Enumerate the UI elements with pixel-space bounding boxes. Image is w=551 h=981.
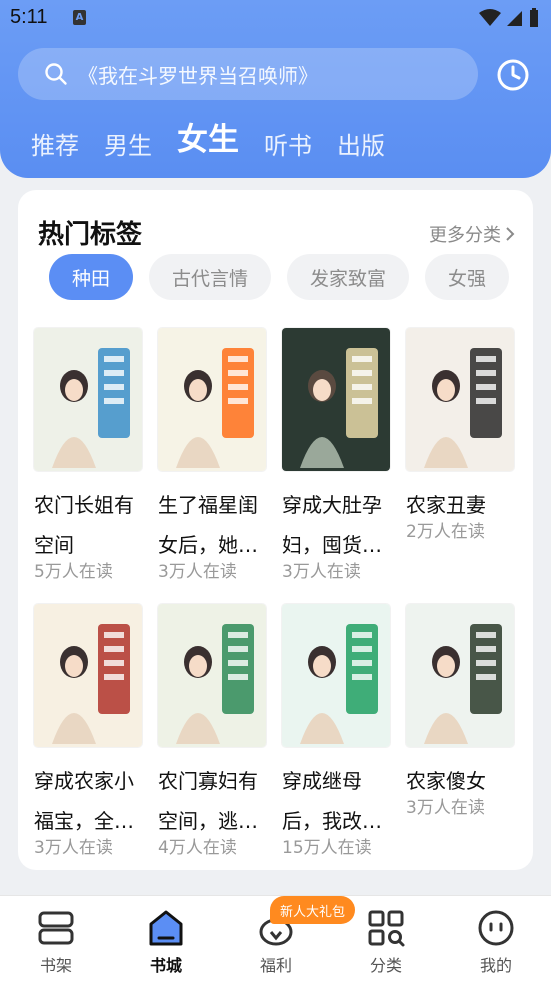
nav-label: 书架 (39, 956, 72, 975)
book-title: 穿成继母后，我改造全家种田忙 (282, 769, 382, 833)
book-title: 穿成大肚孕妇，囤货逃荒 (282, 493, 382, 557)
tab-audiobook[interactable]: 听书 (264, 134, 312, 168)
chip-farming[interactable]: 种田 (49, 254, 134, 300)
book-card[interactable]: 农门寡妇有空间，逃荒路上捡个宝 4万人在读 (158, 604, 270, 858)
book-card[interactable]: 农门长姐有空间 5万人在读 (34, 328, 146, 582)
chip-get-rich[interactable]: 发家致富 (287, 254, 410, 300)
cover-illustration (34, 328, 142, 471)
book-title: 生了福星闺女后，她旺了全村 (158, 493, 258, 557)
book-title: 农门长姐有空间 (34, 493, 134, 557)
search-icon (45, 63, 67, 85)
book-cover (158, 328, 266, 471)
tag-chips: 种田 古代言情 发家致富 女强 (49, 254, 533, 304)
chip-strong-female[interactable]: 女强 (425, 254, 510, 300)
wifi-icon (479, 9, 501, 26)
promo-badge[interactable]: 新人大礼包 (270, 896, 356, 924)
history-clock-icon[interactable] (496, 58, 530, 92)
tab-recommend[interactable]: 推荐 (31, 134, 79, 168)
notification-icon: A (73, 10, 86, 25)
tab-female[interactable]: 女生 (177, 125, 239, 168)
header: 5:11 A 《我在斗罗世界当召唤师》 推荐 男生 女生 听书 出版 (0, 0, 551, 178)
cover-illustration (406, 328, 514, 471)
nav-category[interactable]: 分类 (346, 896, 426, 981)
book-readers: 5万人在读 (34, 562, 113, 582)
chevron-right-icon (506, 227, 515, 241)
more-categories-label: 更多分类 (429, 225, 501, 246)
search-placeholder: 《我在斗罗世界当召唤师》 (78, 63, 318, 88)
category-icon (368, 910, 405, 947)
channel-tabs: 推荐 男生 女生 听书 出版 (31, 118, 410, 168)
section-title: 热门标签 (38, 220, 143, 250)
status-icons (479, 8, 539, 28)
book-title: 穿成农家小福宝，全家宠上天 (34, 769, 134, 833)
book-card[interactable]: 农家傻女 3万人在读 (406, 604, 518, 818)
tab-publish[interactable]: 出版 (337, 134, 385, 168)
book-readers: 2万人在读 (406, 522, 485, 542)
book-cover (406, 604, 514, 747)
book-card[interactable]: 穿成继母后，我改造全家种田忙 15万人在读 (282, 604, 394, 858)
bookshelf-icon (38, 911, 74, 945)
bookstore-icon (149, 910, 183, 946)
cover-illustration (158, 328, 266, 471)
book-cover (282, 604, 390, 747)
tab-male[interactable]: 男生 (104, 134, 152, 168)
chip-ancient-romance[interactable]: 古代言情 (149, 254, 272, 300)
cover-illustration (158, 604, 266, 747)
book-cover (158, 604, 266, 747)
nav-profile[interactable]: 我的 (456, 896, 536, 981)
book-card[interactable]: 穿成农家小福宝，全家宠上天 3万人在读 (34, 604, 146, 858)
status-bar: 5:11 A (0, 0, 551, 38)
nav-label: 我的 (479, 956, 512, 975)
book-card[interactable]: 穿成大肚孕妇，囤货逃荒 3万人在读 (282, 328, 394, 582)
nav-bookstore[interactable]: 书城 (126, 896, 206, 981)
status-time: 5:11 (10, 6, 48, 28)
battery-icon (530, 8, 538, 27)
signal-icon (507, 11, 522, 26)
book-card[interactable]: 生了福星闺女后，她旺了全村 3万人在读 (158, 328, 270, 582)
cover-illustration (34, 604, 142, 747)
book-cover (406, 328, 514, 471)
profile-icon (478, 910, 514, 946)
hot-tags-card: 热门标签 更多分类 种田 古代言情 发家致富 女强 农门长姐有空间 5万人在读 … (18, 190, 533, 870)
nav-bookshelf[interactable]: 书架 (16, 896, 96, 981)
book-cover (34, 604, 142, 747)
nav-label: 分类 (369, 956, 402, 975)
book-card[interactable]: 农家丑妻 2万人在读 (406, 328, 518, 542)
book-readers: 3万人在读 (406, 798, 485, 818)
nav-label: 书城 (149, 956, 182, 975)
cover-illustration (282, 604, 390, 747)
cover-illustration (406, 604, 514, 747)
book-cover (34, 328, 142, 471)
nav-label: 福利 (259, 956, 292, 975)
more-categories-link[interactable]: 更多分类 (429, 221, 515, 247)
book-title: 农门寡妇有空间，逃荒路上捡个宝 (158, 769, 258, 833)
cover-illustration (282, 328, 390, 471)
search-input[interactable]: 《我在斗罗世界当召唤师》 (18, 48, 478, 100)
book-cover (282, 328, 390, 471)
